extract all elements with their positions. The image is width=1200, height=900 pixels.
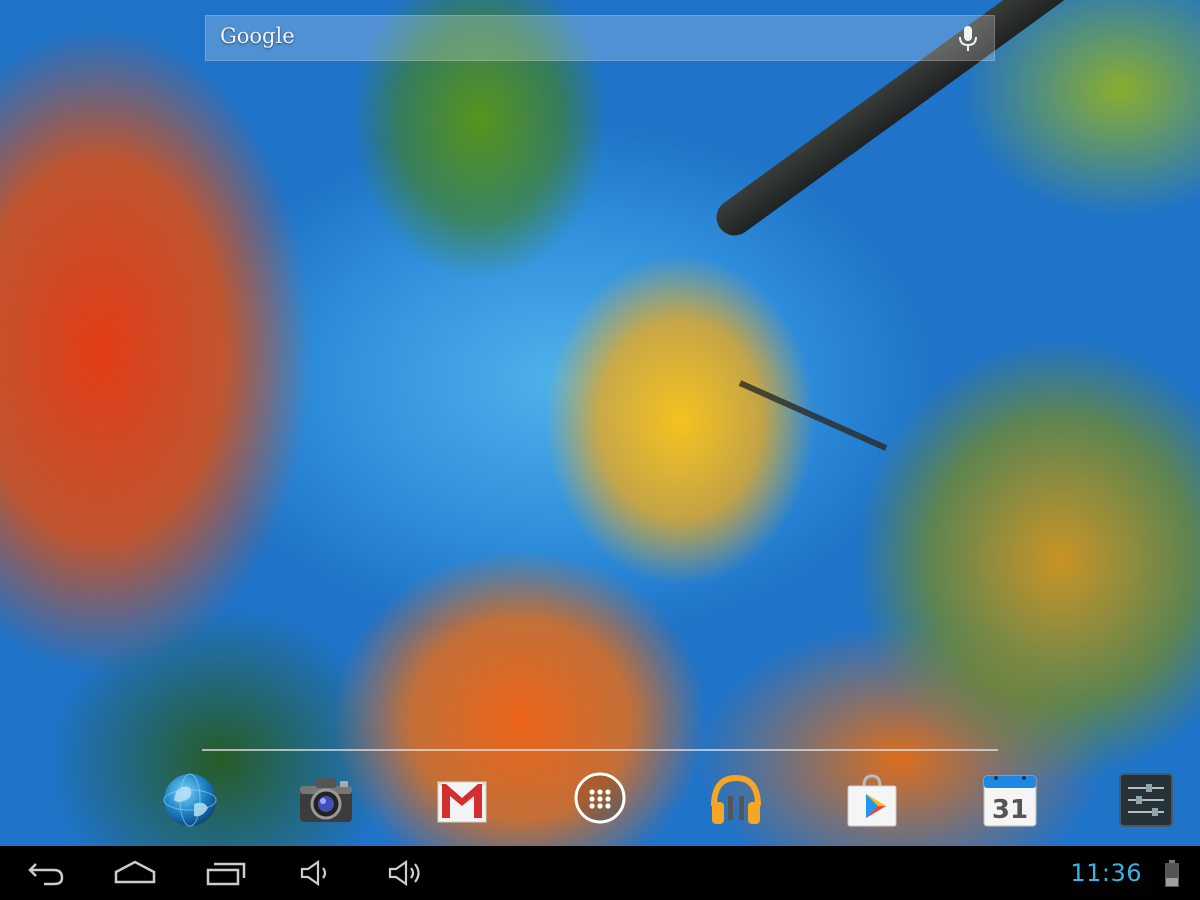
system-navigation-bar: 11:36 [0,846,1200,900]
gmail-icon [437,781,487,823]
globe-icon [163,773,217,827]
browser-app-button[interactable] [160,770,220,830]
home-screen: Google 31 11:36 [0,0,1200,900]
headphones-icon [711,774,761,824]
google-search-bar[interactable]: Google [205,15,995,61]
calendar-app-button[interactable]: 31 [980,770,1040,830]
volume-up-icon[interactable] [384,858,428,888]
gmail-app-button[interactable] [432,770,492,830]
play-store-app-button[interactable] [842,770,902,830]
all-apps-button[interactable] [570,770,630,830]
camera-app-button[interactable] [296,770,356,830]
play-store-icon [847,774,897,827]
wallpaper-autumn-canopy [0,0,1200,846]
camera-icon [300,778,352,822]
settings-app-button[interactable] [1116,770,1176,830]
hotseat-divider [202,749,998,751]
calendar-icon: 31 [983,775,1037,827]
back-icon[interactable] [26,858,66,888]
volume-down-icon[interactable] [296,858,336,888]
recent-apps-icon[interactable] [204,858,248,888]
google-logo-text: Google [220,24,295,48]
microphone-icon[interactable] [956,25,980,53]
status-clock: 11:36 [1070,859,1142,887]
apps-grid-icon [574,772,626,824]
settings-sliders-icon [1119,773,1173,827]
play-music-app-button[interactable] [706,770,766,830]
home-icon[interactable] [112,858,158,888]
battery-icon [1165,860,1179,887]
calendar-day-number: 31 [992,795,1028,825]
